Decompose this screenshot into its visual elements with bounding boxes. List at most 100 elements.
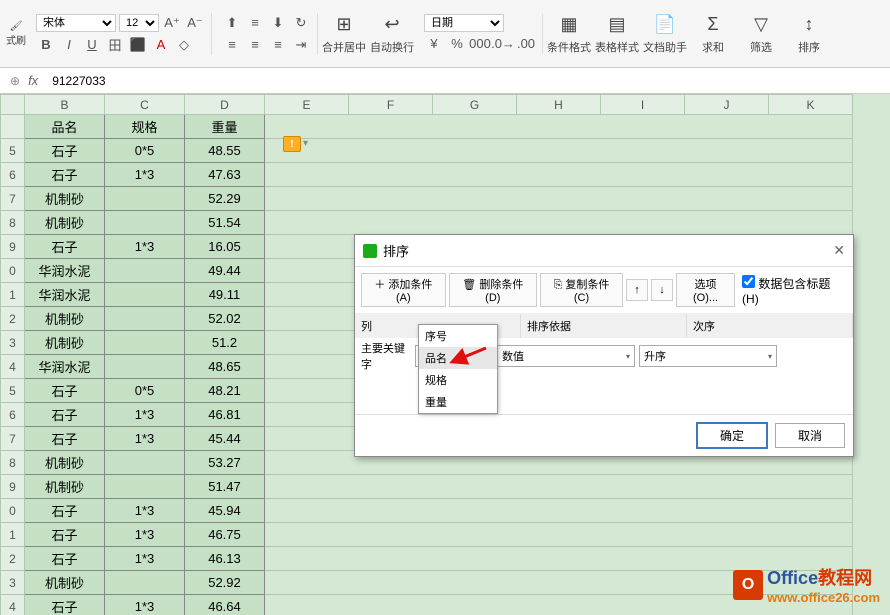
align-top-icon[interactable]: ⬆ — [222, 13, 242, 33]
field-dropdown-list[interactable]: 序号 品名 规格 重量 — [418, 324, 498, 414]
orientation-icon[interactable]: ↻ — [291, 13, 311, 33]
table-row[interactable]: 2 石子 1*3 46.13 — [1, 547, 853, 571]
cell-spec[interactable] — [105, 571, 185, 595]
table-style-button[interactable]: ▤ 表格样式 — [595, 6, 639, 62]
number-format-select[interactable]: 日期 — [424, 14, 504, 32]
cell-spec[interactable]: 1*3 — [105, 595, 185, 615]
cell-weight[interactable]: 49.11 — [185, 283, 265, 307]
cell-spec[interactable]: 1*3 — [105, 403, 185, 427]
col-header-i[interactable]: I — [601, 95, 685, 115]
align-left-icon[interactable]: ≡ — [222, 35, 242, 55]
bold-button[interactable]: B — [36, 35, 56, 55]
cell-spec[interactable] — [105, 475, 185, 499]
col-header-b[interactable]: B — [25, 95, 105, 115]
cell-name[interactable]: 石子 — [25, 163, 105, 187]
row-header[interactable]: 0 — [1, 499, 25, 523]
cell-header-spec[interactable]: 规格 — [105, 115, 185, 139]
dropdown-option[interactable]: 序号 — [419, 325, 497, 347]
magnify-icon[interactable]: ⊕ — [10, 74, 20, 88]
cell-name[interactable]: 机制砂 — [25, 187, 105, 211]
col-header-h[interactable]: H — [517, 95, 601, 115]
dropdown-option[interactable]: 品名 — [419, 347, 497, 369]
cell-weight[interactable]: 49.44 — [185, 259, 265, 283]
merge-center-button[interactable]: ⊞ 合并居中 — [322, 6, 366, 62]
cell-name[interactable]: 石子 — [25, 523, 105, 547]
col-header-e[interactable]: E — [265, 95, 349, 115]
sort-button[interactable]: ↕ 排序 — [787, 6, 831, 62]
cell-spec[interactable] — [105, 355, 185, 379]
sort-order-combo[interactable]: 升序▾ — [639, 345, 777, 367]
increase-decimal-icon[interactable]: .0→ — [493, 34, 513, 54]
row-header[interactable]: 9 — [1, 235, 25, 259]
indent-icon[interactable]: ⇥ — [291, 35, 311, 55]
table-row[interactable]: 8 机制砂 51.54 — [1, 211, 853, 235]
cell-name[interactable]: 机制砂 — [25, 211, 105, 235]
cell-weight[interactable]: 45.44 — [185, 427, 265, 451]
ok-button[interactable]: 确定 — [697, 423, 767, 448]
col-header-c[interactable]: C — [105, 95, 185, 115]
table-row[interactable]: 9 机制砂 51.47 — [1, 475, 853, 499]
cell-spec[interactable] — [105, 211, 185, 235]
cell-spec[interactable] — [105, 307, 185, 331]
add-condition-button[interactable]: ＋ 添加条件(A) — [361, 273, 446, 307]
row-header[interactable]: 1 — [1, 283, 25, 307]
dropdown-option[interactable]: 重量 — [419, 391, 497, 413]
font-name-select[interactable]: 宋体 — [36, 14, 116, 32]
move-down-button[interactable]: ↓ — [651, 279, 673, 301]
row-header[interactable]: 7 — [1, 427, 25, 451]
cell-spec[interactable] — [105, 259, 185, 283]
move-up-button[interactable]: ↑ — [626, 279, 648, 301]
cell-name[interactable]: 石子 — [25, 235, 105, 259]
row-header[interactable]: 6 — [1, 403, 25, 427]
cell-name[interactable]: 石子 — [25, 379, 105, 403]
currency-icon[interactable]: ¥ — [424, 34, 444, 54]
row-header[interactable]: 9 — [1, 475, 25, 499]
cell-name[interactable]: 石子 — [25, 427, 105, 451]
cell-spec[interactable]: 1*3 — [105, 547, 185, 571]
row-header[interactable]: 4 — [1, 595, 25, 615]
cell-weight[interactable]: 46.13 — [185, 547, 265, 571]
table-row[interactable]: 6 石子 1*3 47.63 — [1, 163, 853, 187]
align-bottom-icon[interactable]: ⬇ — [268, 13, 288, 33]
italic-button[interactable]: I — [59, 35, 79, 55]
col-header-g[interactable]: G — [433, 95, 517, 115]
wrap-text-button[interactable]: ↩ 自动换行 — [370, 6, 414, 62]
cell-weight[interactable]: 53.27 — [185, 451, 265, 475]
cell-name[interactable]: 机制砂 — [25, 571, 105, 595]
border-button[interactable]: 田 — [105, 35, 125, 55]
fill-color-button[interactable]: ⬛ — [128, 35, 148, 55]
row-header[interactable]: 0 — [1, 259, 25, 283]
col-header-f[interactable]: F — [349, 95, 433, 115]
underline-button[interactable]: U — [82, 35, 102, 55]
row-header[interactable]: 3 — [1, 571, 25, 595]
cell-weight[interactable]: 16.05 — [185, 235, 265, 259]
conditional-format-button[interactable]: ▦ 条件格式 — [547, 6, 591, 62]
cell-spec[interactable]: 1*3 — [105, 163, 185, 187]
table-row[interactable]: 3 机制砂 52.92 — [1, 571, 853, 595]
header-row[interactable]: 品名 规格 重量 — [1, 115, 853, 139]
cell-weight[interactable]: 46.64 — [185, 595, 265, 615]
cell-name[interactable]: 石子 — [25, 499, 105, 523]
cell-name[interactable]: 石子 — [25, 547, 105, 571]
align-center-icon[interactable]: ≡ — [245, 35, 265, 55]
formula-input[interactable] — [46, 74, 346, 88]
cell-name[interactable]: 石子 — [25, 403, 105, 427]
row-header[interactable]: 5 — [1, 379, 25, 403]
row-header[interactable]: 8 — [1, 451, 25, 475]
row-header[interactable]: 5 — [1, 139, 25, 163]
col-header-d[interactable]: D — [185, 95, 265, 115]
highlight-button[interactable]: ◇ — [174, 35, 194, 55]
cell-spec[interactable]: 1*3 — [105, 499, 185, 523]
copy-condition-button[interactable]: ⎘ 复制条件(C) — [540, 273, 623, 307]
table-row[interactable]: 5 石子 0*5 48.55 — [1, 139, 853, 163]
row-header[interactable]: 2 — [1, 547, 25, 571]
fx-icon[interactable]: fx — [28, 73, 38, 88]
cell-weight[interactable]: 52.29 — [185, 187, 265, 211]
comma-icon[interactable]: 000 — [470, 34, 490, 54]
percent-icon[interactable]: % — [447, 34, 467, 54]
row-header[interactable]: 6 — [1, 163, 25, 187]
decrease-decimal-icon[interactable]: .00 — [516, 34, 536, 54]
row-header[interactable]: 2 — [1, 307, 25, 331]
cell-spec[interactable] — [105, 283, 185, 307]
delete-condition-button[interactable]: 🗑 删除条件(D) — [449, 273, 537, 307]
